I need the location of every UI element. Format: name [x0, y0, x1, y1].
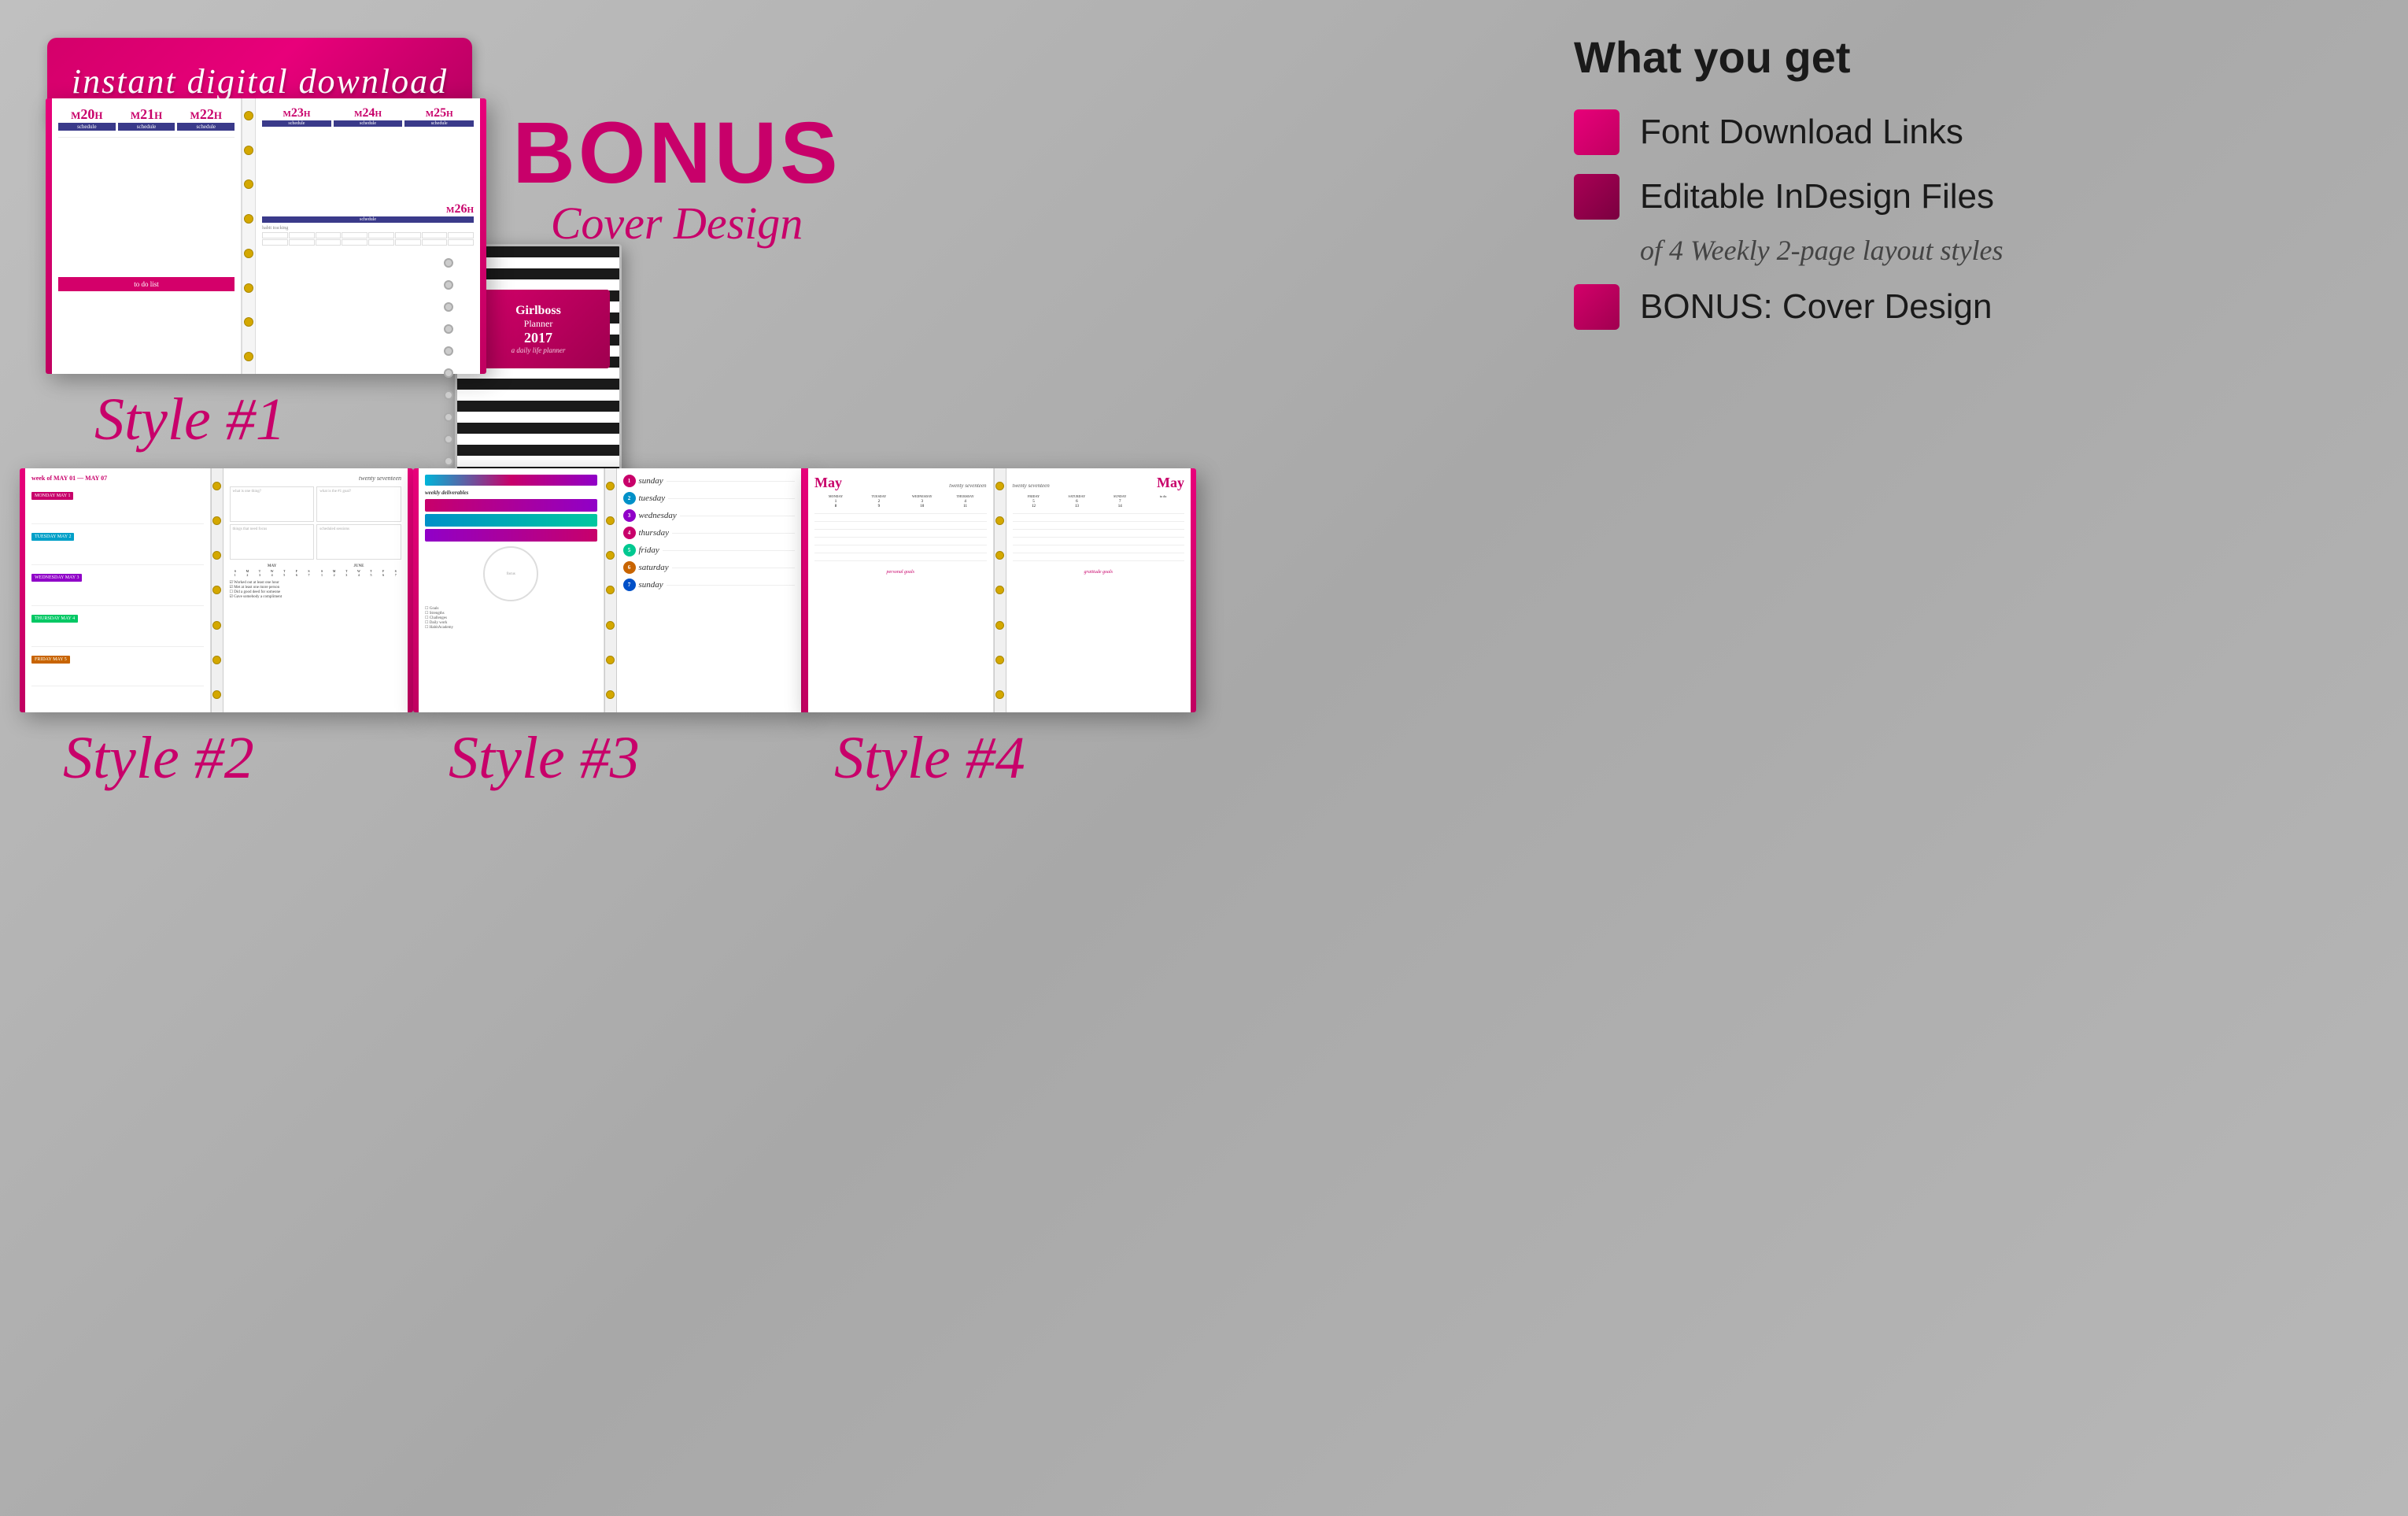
pink-edge-right-s1 — [480, 98, 486, 374]
spiral-dot — [444, 412, 453, 422]
style2-label: Style #2 — [63, 724, 254, 793]
style3-label: Style #3 — [449, 724, 640, 793]
style4-spread: May twenty seventeen MONDAY TUESDAY WEDN… — [803, 468, 1196, 712]
spiral-binding-s1 — [242, 98, 256, 374]
notebook-tagline: a daily life planner — [512, 346, 566, 354]
style3-spread: weekly deliverables focus ☐ Goals ☐ Stre… — [413, 468, 807, 712]
spiral-dot — [444, 280, 453, 290]
spiral-binding-s3 — [604, 468, 617, 712]
pink-edge-right-s2 — [408, 468, 413, 712]
pink-edge-s4 — [803, 468, 808, 712]
spiral-dot — [444, 368, 453, 378]
notebook-title: Girlboss — [515, 304, 561, 318]
bonus-icon — [1574, 284, 1619, 330]
feature-item-indesign: Editable InDesign Files — [1574, 174, 2361, 220]
spiral-binding-s4 — [994, 468, 1006, 712]
bonus-section: BONUS Cover Design — [480, 110, 873, 250]
indesign-label: Editable InDesign Files — [1640, 177, 1994, 216]
spiral-dot — [444, 434, 453, 444]
bonus-title: BONUS — [480, 110, 873, 197]
pink-edge-left-s1 — [46, 98, 52, 374]
s1-left-page: M20H schedule M21H schedule M22H schedul… — [52, 98, 242, 374]
s3-left: weekly deliverables focus ☐ Goals ☐ Stre… — [419, 468, 604, 712]
spiral-dot — [444, 457, 453, 466]
style1-label: Style #1 — [94, 386, 286, 454]
font-download-label: Font Download Links — [1640, 113, 1963, 152]
notebook-year: 2017 — [524, 330, 552, 346]
pink-edge-right-s4 — [1191, 468, 1196, 712]
s4-left: May twenty seventeen MONDAY TUESDAY WEDN… — [808, 468, 994, 712]
layout-sub-text: of 4 Weekly 2-page layout styles — [1640, 234, 2361, 267]
notebook-spiral-left — [442, 252, 455, 472]
spiral-dot — [444, 324, 453, 334]
s2-left: week of MAY 01 — MAY 07 MONDAY MAY 1 TUE… — [25, 468, 211, 712]
font-icon — [1574, 109, 1619, 155]
what-you-get-title: What you get — [1574, 31, 2361, 83]
spiral-dot — [444, 302, 453, 312]
pink-edge-s2 — [20, 468, 25, 712]
spiral-dot — [444, 390, 453, 400]
spiral-dot — [444, 346, 453, 356]
banner-text: instant digital download — [72, 61, 448, 102]
bonus-cover-label: BONUS: Cover Design — [1640, 287, 1992, 327]
indesign-icon — [1574, 174, 1619, 220]
notebook-pink-band: Girlboss Planner 2017 a daily life plann… — [467, 290, 610, 368]
feature-item-bonus: BONUS: Cover Design — [1574, 284, 2361, 330]
s3-right: 1 sunday 2 tuesday 3 wednesday 4 thursda… — [617, 468, 802, 712]
spiral-dot — [444, 258, 453, 268]
style2-spread: week of MAY 01 — MAY 07 MONDAY MAY 1 TUE… — [20, 468, 413, 712]
s4-right: twenty seventeen May FRIDAY SATURDAY SUN… — [1006, 468, 1191, 712]
bonus-subtitle: Cover Design — [480, 197, 873, 250]
spiral-binding-s2 — [211, 468, 223, 712]
notebook-subtitle: Planner — [524, 318, 553, 330]
pink-edge-s3 — [413, 468, 419, 712]
what-you-get-section: What you get Font Download Links Editabl… — [1574, 31, 2361, 330]
style4-label: Style #4 — [834, 724, 1025, 793]
feature-item-fonts: Font Download Links — [1574, 109, 2361, 155]
s2-right: twenty seventeen what is one thing? what… — [223, 468, 408, 712]
style1-spread: M20H schedule M21H schedule M22H schedul… — [46, 98, 486, 374]
